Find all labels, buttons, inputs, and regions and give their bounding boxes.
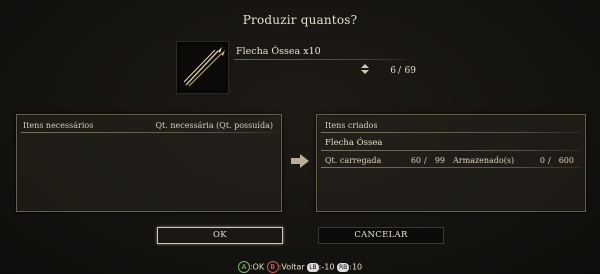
hint-back: :Voltar xyxy=(278,262,305,272)
item-name-divider xyxy=(234,59,420,60)
required-items-panel: Itens necessários Qt. necessária (Qt. po… xyxy=(16,114,282,212)
lb-button-icon: LB xyxy=(307,262,319,272)
b-button-icon: B xyxy=(266,261,279,273)
stored-separator: / xyxy=(548,156,551,165)
stats-divider xyxy=(321,167,581,168)
quantity-current[interactable]: 6 xyxy=(382,66,396,76)
a-button-icon: A xyxy=(237,261,250,273)
ok-button[interactable]: OK xyxy=(157,227,283,244)
bone-arrow-icon xyxy=(183,47,225,87)
hint-lb: :-10 xyxy=(318,262,335,272)
dialog-title: Produzir quantos? xyxy=(242,13,358,27)
stored-value: 0 xyxy=(539,156,545,165)
created-items-header: Itens criados xyxy=(325,121,378,130)
created-items-divider xyxy=(321,132,581,133)
created-item-divider xyxy=(321,150,581,151)
stored-label: Armazenado(s) xyxy=(453,156,515,165)
item-name: Flecha Óssea x10 xyxy=(236,46,321,57)
cancel-button[interactable]: CANCELAR xyxy=(318,227,444,244)
created-item-name: Flecha Óssea xyxy=(325,138,383,148)
item-thumbnail xyxy=(176,41,229,94)
right-arrow-icon xyxy=(291,154,309,168)
hint-rb: :10 xyxy=(349,262,363,272)
hint-ok: :OK xyxy=(249,262,265,272)
required-qty-header: Qt. necessária (Qt. possuída) xyxy=(155,121,274,130)
stored-max: 600 xyxy=(558,156,574,165)
up-down-arrow-icon[interactable] xyxy=(359,63,371,75)
quantity-max: 69 xyxy=(404,66,416,76)
created-items-panel: Itens criados Flecha Óssea Qt. carregada… xyxy=(316,114,586,212)
quantity-separator: / xyxy=(398,66,402,76)
required-items-divider xyxy=(21,132,277,133)
carried-max: 99 xyxy=(434,156,445,165)
rb-button-icon: RB xyxy=(336,262,350,272)
control-hints: A:OK B:Voltar LB:-10 RB:10 xyxy=(0,261,600,273)
carried-value: 60 xyxy=(410,156,421,165)
carried-label: Qt. carregada xyxy=(325,156,382,165)
required-items-header: Itens necessários xyxy=(23,121,94,130)
carried-separator: / xyxy=(424,156,427,165)
